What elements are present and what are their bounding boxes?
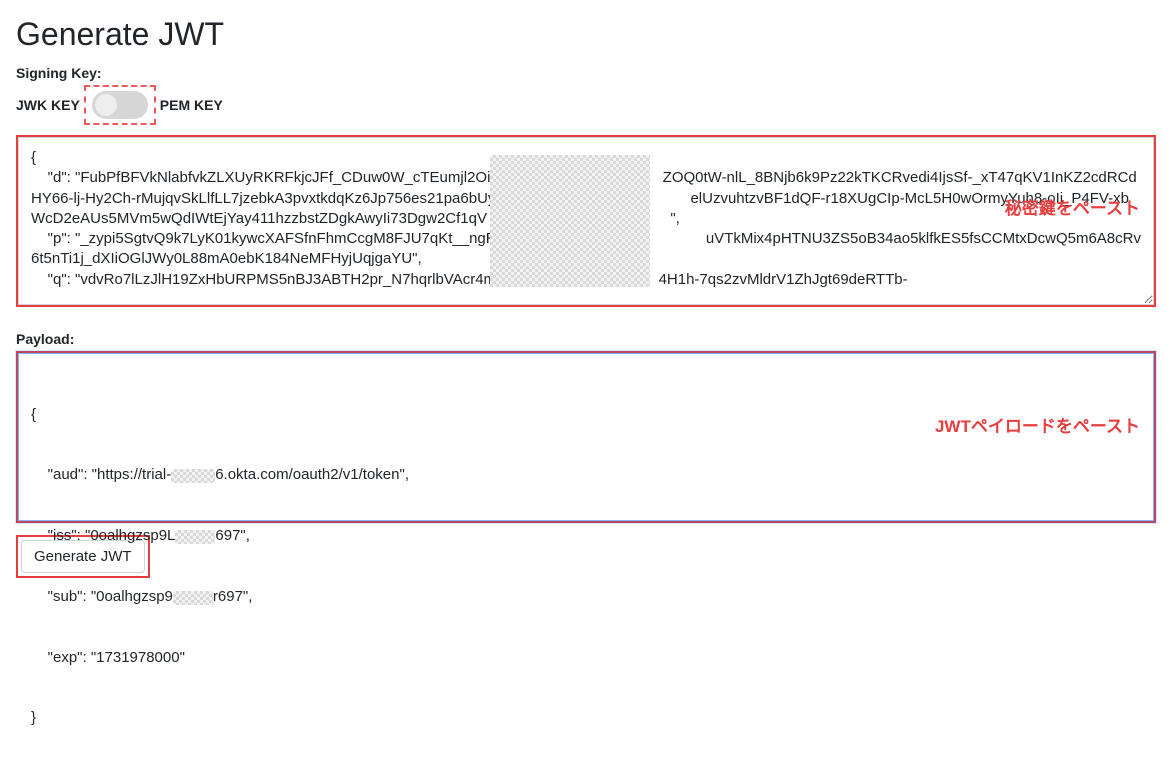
signing-key-textarea[interactable] [18,137,1154,305]
signing-key-label: Signing Key: [16,65,1156,81]
jwk-key-option: JWK KEY [16,97,80,113]
redaction-inline [173,591,213,605]
payload-label: Payload: [16,331,1156,347]
payload-line: } [31,708,1141,728]
signing-key-box: 秘密鍵をペースト [16,135,1156,307]
redaction-inline [175,530,215,544]
payload-line-aud: "aud": "https://trial-6.okta.com/oauth2/… [31,465,1141,485]
switch-knob [95,94,117,116]
pem-key-option: PEM KEY [160,97,223,113]
payload-line-exp: "exp": "1731978000" [31,648,1141,668]
payload-line-sub: "sub": "0oalhgzsp9r697", [31,587,1141,607]
payload-box: { "aud": "https://trial-6.okta.com/oauth… [16,351,1156,523]
payload-line: { [31,405,1141,425]
toggle-highlight-box [84,85,156,125]
payload-textarea[interactable]: { "aud": "https://trial-6.okta.com/oauth… [18,353,1154,521]
redaction-inline [171,469,215,483]
key-format-toggle-row: JWK KEY PEM KEY [16,85,1156,125]
key-format-switch[interactable] [92,91,148,119]
page-title: Generate JWT [16,16,1156,53]
payload-line-iss: "iss": "0oalhgzsp9L697", [31,526,1141,546]
